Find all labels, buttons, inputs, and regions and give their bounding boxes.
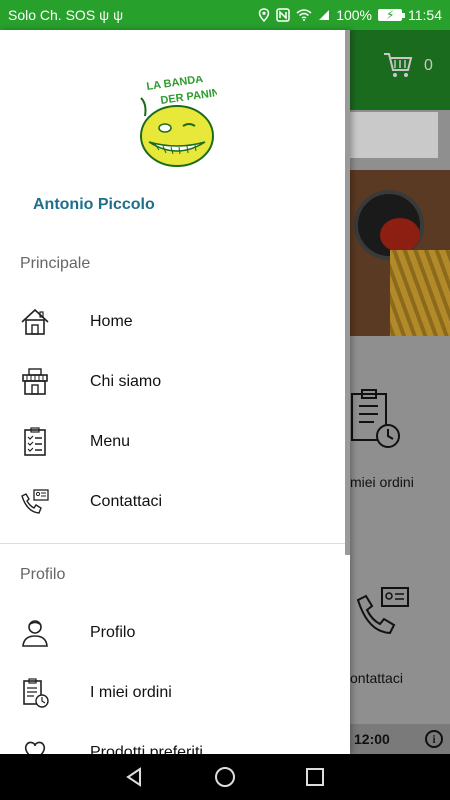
menu-item-contattaci[interactable]: Contattaci bbox=[0, 472, 350, 532]
search-bar[interactable] bbox=[350, 112, 438, 158]
usb-icon: ψ bbox=[113, 7, 124, 23]
opening-time: 12:00 bbox=[354, 731, 390, 747]
user-name: Antonio Piccolo bbox=[33, 196, 155, 213]
home-button[interactable] bbox=[205, 757, 245, 797]
orders-icon bbox=[351, 389, 400, 448]
battery-icon: ⚡ bbox=[378, 8, 405, 22]
drawer-scrollbar[interactable] bbox=[345, 30, 350, 555]
menu-item-i-miei-ordini[interactable]: I miei ordini bbox=[0, 663, 350, 723]
brand-logo: LA BANDA DER PANINO bbox=[140, 76, 217, 167]
cart-count: 0 bbox=[424, 57, 433, 74]
contact-card-label: ontattaci bbox=[350, 670, 403, 686]
home-circle-icon bbox=[215, 767, 235, 787]
section-title-profile: Profilo bbox=[20, 566, 66, 583]
menu-item-label: Menu bbox=[90, 433, 131, 450]
menu-item-label: Contattaci bbox=[90, 493, 163, 510]
menu-item-menu[interactable]: Menu bbox=[0, 412, 350, 472]
orders-card-label: miei ordini bbox=[350, 474, 414, 490]
phone-contact-icon bbox=[356, 587, 409, 635]
usb-icon: ψ bbox=[99, 7, 110, 23]
orders-icon bbox=[23, 678, 49, 708]
system-navigation-bar bbox=[0, 754, 450, 800]
section-title-main: Principale bbox=[20, 255, 91, 272]
back-triangle-icon bbox=[126, 767, 141, 787]
info-icon[interactable]: i bbox=[425, 730, 443, 748]
menu-item-label: I miei ordini bbox=[90, 684, 172, 701]
shop-icon bbox=[22, 368, 48, 395]
menu-item-prodotti-preferiti[interactable]: Prodotti preferiti bbox=[0, 723, 350, 754]
recents-square-icon bbox=[306, 768, 324, 786]
menu-list-icon bbox=[24, 427, 46, 456]
phone-contact-icon bbox=[21, 489, 49, 514]
menu-item-label: Prodotti preferiti bbox=[90, 744, 203, 754]
hero-image bbox=[350, 170, 450, 336]
battery-percent: 100% bbox=[336, 7, 372, 23]
menu-item-chi-siamo[interactable]: Chi siamo bbox=[0, 352, 350, 412]
heart-icon bbox=[24, 741, 46, 754]
signal-icon bbox=[319, 10, 330, 20]
cart-icon[interactable] bbox=[383, 50, 413, 80]
user-icon bbox=[22, 620, 48, 647]
nfc-icon bbox=[276, 8, 290, 22]
navigation-drawer: LA BANDA DER PANINO Antonio Piccolo Prin… bbox=[0, 30, 350, 754]
menu-item-label: Home bbox=[90, 313, 133, 330]
menu-item-label: Chi siamo bbox=[90, 373, 162, 390]
back-button[interactable] bbox=[115, 757, 155, 797]
carrier-label: Solo Ch. SOS bbox=[8, 7, 96, 23]
status-bar: Solo Ch. SOS ψ ψ 100% ⚡ 11:54 bbox=[0, 0, 450, 30]
location-icon bbox=[258, 8, 270, 22]
menu-item-home[interactable]: Home bbox=[0, 292, 350, 352]
orders-card[interactable]: miei ordini bbox=[350, 360, 450, 540]
wifi-icon bbox=[296, 9, 312, 21]
contact-card[interactable]: ontattaci bbox=[350, 570, 450, 720]
menu-item-profilo[interactable]: Profilo bbox=[0, 603, 350, 663]
clock: 11:54 bbox=[408, 7, 442, 23]
menu-item-label: Profilo bbox=[90, 624, 136, 641]
house-icon bbox=[21, 308, 49, 335]
section-divider bbox=[0, 543, 350, 544]
recents-button[interactable] bbox=[295, 757, 335, 797]
